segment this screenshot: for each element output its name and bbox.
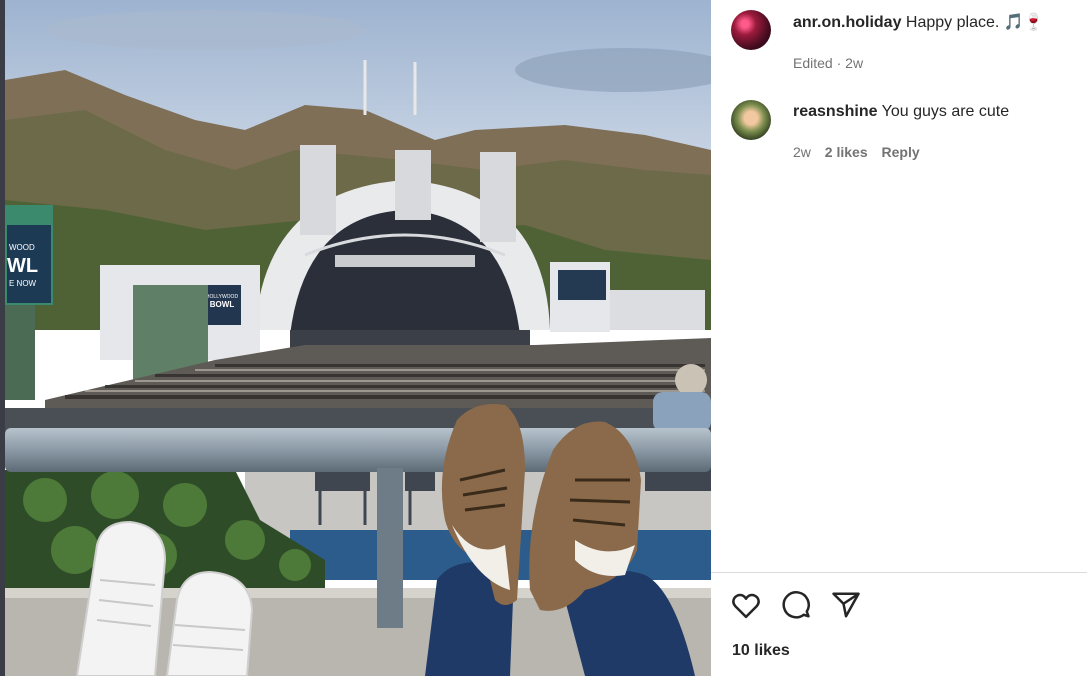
caption-text: Happy place.	[905, 14, 1000, 31]
comment-age[interactable]: 2w	[793, 144, 811, 160]
share-icon[interactable]	[831, 588, 867, 622]
comment-username[interactable]: reasnshine	[793, 103, 877, 120]
likes-count[interactable]: 10 likes	[732, 642, 790, 660]
caption-emoji: 🎵🍷	[1003, 12, 1044, 31]
caption-username[interactable]: anr.on.holiday	[793, 14, 901, 31]
reply-button[interactable]: Reply	[882, 144, 920, 160]
svg-text:WOOD: WOOD	[9, 243, 35, 252]
post-side-panel: anr.on.holiday Happy place. 🎵🍷 Edited · …	[711, 0, 1087, 676]
svg-text:BOWL: BOWL	[210, 300, 235, 309]
action-bar	[731, 588, 867, 622]
post-photo[interactable]: HOLLYWOOD BOWL WOOD WL E NOW	[5, 0, 711, 676]
divider	[711, 572, 1087, 573]
comment-icon[interactable]	[781, 588, 817, 622]
comment-text: You guys are cute	[881, 103, 1010, 120]
avatar[interactable]	[731, 10, 771, 50]
caption-age[interactable]: 2w	[845, 55, 863, 71]
caption: anr.on.holiday Happy place. 🎵🍷 Edited · …	[731, 10, 1077, 73]
edited-label: Edited	[793, 55, 833, 71]
avatar[interactable]	[731, 100, 771, 140]
svg-text:WL: WL	[7, 255, 38, 277]
comment-meta: 2w 2 likes Reply	[793, 142, 1009, 162]
heart-icon[interactable]	[731, 588, 767, 622]
comment-item: reasnshine You guys are cute 2w 2 likes …	[731, 100, 1077, 162]
comment-likes[interactable]: 2 likes	[825, 144, 868, 160]
caption-meta: Edited · 2w	[793, 55, 864, 71]
svg-text:E NOW: E NOW	[9, 279, 37, 288]
photo-scene: HOLLYWOOD BOWL WOOD WL E NOW	[5, 0, 711, 676]
